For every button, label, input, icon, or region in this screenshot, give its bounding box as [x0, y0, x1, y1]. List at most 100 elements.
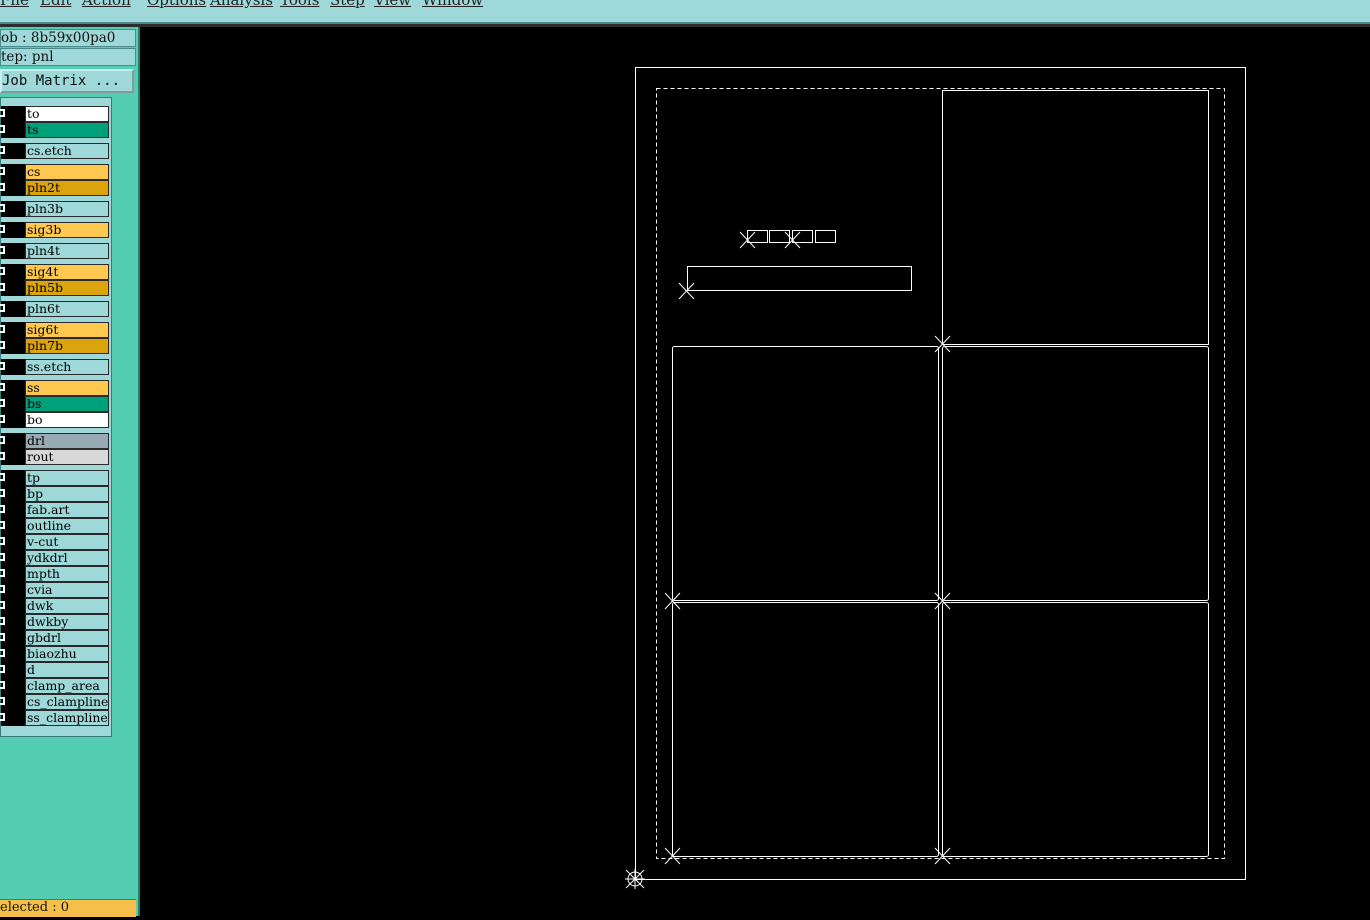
layer-row[interactable]: pln6t	[0, 301, 113, 317]
layer-row[interactable]: sig4t	[0, 264, 113, 280]
layer-row[interactable]: rout	[0, 449, 113, 465]
layer-name[interactable]: ss.etch	[25, 359, 109, 375]
layer-name[interactable]: cvia	[25, 582, 109, 598]
layer-name[interactable]: sig3b	[25, 222, 109, 238]
layer-checkbox[interactable]	[0, 518, 25, 534]
job-matrix-button[interactable]: Job Matrix ...	[0, 69, 134, 93]
layer-checkbox[interactable]	[0, 433, 25, 449]
layer-row[interactable]: clamp_area	[0, 678, 113, 694]
menu-view[interactable]: View	[374, 0, 411, 9]
layer-name[interactable]: ss	[25, 380, 109, 396]
layer-row[interactable]: ss_clampline	[0, 710, 113, 726]
layer-name[interactable]: ss_clampline	[25, 710, 109, 726]
layer-name[interactable]: ts	[25, 122, 109, 138]
layer-checkbox[interactable]	[0, 449, 25, 465]
layer-name[interactable]: cs	[25, 164, 109, 180]
layer-name[interactable]: bo	[25, 412, 109, 428]
layer-checkbox[interactable]	[0, 646, 25, 662]
layer-checkbox[interactable]	[0, 566, 25, 582]
layer-row[interactable]: outline	[0, 518, 113, 534]
layer-name[interactable]: pln5b	[25, 280, 109, 296]
layer-checkbox[interactable]	[0, 301, 25, 317]
layer-row[interactable]: mpth	[0, 566, 113, 582]
menu-action[interactable]: Action	[82, 0, 131, 9]
layer-name[interactable]: fab.art	[25, 502, 109, 518]
layer-checkbox[interactable]	[0, 550, 25, 566]
layer-name[interactable]: ydkdrl	[25, 550, 109, 566]
layer-checkbox[interactable]	[0, 694, 25, 710]
layer-checkbox[interactable]	[0, 412, 25, 428]
layer-checkbox[interactable]	[0, 280, 25, 296]
layer-checkbox[interactable]	[0, 678, 25, 694]
layer-name[interactable]: d	[25, 662, 109, 678]
layer-checkbox[interactable]	[0, 106, 25, 122]
layer-name[interactable]: cs_clampline	[25, 694, 109, 710]
layer-name[interactable]: rout	[25, 449, 109, 465]
layer-name[interactable]: bs	[25, 396, 109, 412]
layer-row[interactable]: ss.etch	[0, 359, 113, 375]
layer-name[interactable]: pln4t	[25, 243, 109, 259]
layer-row[interactable]: bp	[0, 486, 113, 502]
layer-checkbox[interactable]	[0, 630, 25, 646]
menu-tools[interactable]: Tools	[280, 0, 319, 9]
layer-name[interactable]: drl	[25, 433, 109, 449]
layer-row[interactable]: cs	[0, 164, 113, 180]
layer-checkbox[interactable]	[0, 143, 25, 159]
layer-checkbox[interactable]	[0, 614, 25, 630]
layer-row[interactable]: dwkby	[0, 614, 113, 630]
layer-checkbox[interactable]	[0, 264, 25, 280]
layer-checkbox[interactable]	[0, 502, 25, 518]
layer-row[interactable]: cvia	[0, 582, 113, 598]
layer-row[interactable]: pln7b	[0, 338, 113, 354]
layer-name[interactable]: outline	[25, 518, 109, 534]
layer-checkbox[interactable]	[0, 122, 25, 138]
layer-checkbox[interactable]	[0, 582, 25, 598]
layer-name[interactable]: sig4t	[25, 264, 109, 280]
layer-row[interactable]: bs	[0, 396, 113, 412]
layer-checkbox[interactable]	[0, 322, 25, 338]
layer-row[interactable]: dwk	[0, 598, 113, 614]
menu-step[interactable]: Step	[330, 0, 365, 9]
layer-name[interactable]: dwk	[25, 598, 109, 614]
layer-checkbox[interactable]	[0, 243, 25, 259]
layer-checkbox[interactable]	[0, 222, 25, 238]
layer-checkbox[interactable]	[0, 470, 25, 486]
layer-name[interactable]: gbdrl	[25, 630, 109, 646]
graphics-canvas[interactable]	[140, 27, 1370, 916]
layer-row[interactable]: pln4t	[0, 243, 113, 259]
menu-options[interactable]: Options	[147, 0, 206, 9]
layer-row[interactable]: sig6t	[0, 322, 113, 338]
layer-row[interactable]: pln5b	[0, 280, 113, 296]
layer-row[interactable]: d	[0, 662, 113, 678]
layer-row[interactable]: pln2t	[0, 180, 113, 196]
layer-checkbox[interactable]	[0, 396, 25, 412]
layer-row[interactable]: gbdrl	[0, 630, 113, 646]
layer-name[interactable]: sig6t	[25, 322, 109, 338]
layer-row[interactable]: tp	[0, 470, 113, 486]
layer-name[interactable]: pln2t	[25, 180, 109, 196]
layer-checkbox[interactable]	[0, 662, 25, 678]
menu-window[interactable]: Window	[422, 0, 483, 9]
menu-edit[interactable]: Edit	[40, 0, 71, 9]
layer-name[interactable]: v-cut	[25, 534, 109, 550]
layer-row[interactable]: pln3b	[0, 201, 113, 217]
layer-row[interactable]: v-cut	[0, 534, 113, 550]
layer-row[interactable]: ydkdrl	[0, 550, 113, 566]
layer-row[interactable]: cs_clampline	[0, 694, 113, 710]
layer-name[interactable]: dwkby	[25, 614, 109, 630]
layer-row[interactable]: fab.art	[0, 502, 113, 518]
layer-name[interactable]: tp	[25, 470, 109, 486]
menu-analysis[interactable]: Analysis	[210, 0, 273, 9]
layer-checkbox[interactable]	[0, 164, 25, 180]
layer-name[interactable]: clamp_area	[25, 678, 109, 694]
layer-row[interactable]: drl	[0, 433, 113, 449]
layer-row[interactable]: bo	[0, 412, 113, 428]
layer-name[interactable]: pln6t	[25, 301, 109, 317]
layer-checkbox[interactable]	[0, 534, 25, 550]
layer-name[interactable]: cs.etch	[25, 143, 109, 159]
layer-name[interactable]: biaozhu	[25, 646, 109, 662]
layer-checkbox[interactable]	[0, 338, 25, 354]
layer-checkbox[interactable]	[0, 598, 25, 614]
layer-row[interactable]: ts	[0, 122, 113, 138]
layer-row[interactable]: ss	[0, 380, 113, 396]
